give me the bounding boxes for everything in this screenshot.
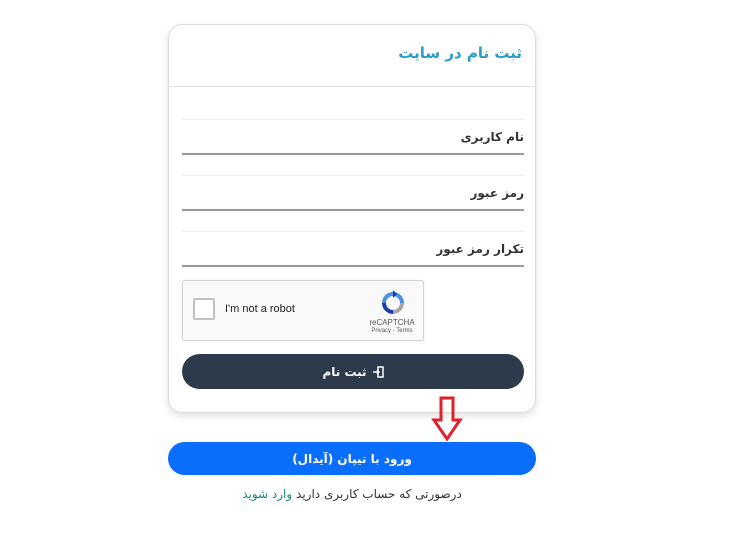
- register-card: ثبت نام در سایت I'm not a robot reCAPTCH…: [168, 24, 536, 413]
- recaptcha-label: I'm not a robot: [225, 303, 295, 315]
- recaptcha-checkbox[interactable]: [193, 298, 215, 320]
- password-input[interactable]: [182, 176, 524, 209]
- username-input[interactable]: [182, 120, 524, 153]
- confirm-password-input[interactable]: [182, 232, 524, 265]
- register-button[interactable]: ثبت نام: [182, 354, 524, 389]
- confirm-password-field: [182, 231, 524, 267]
- username-field: [182, 119, 524, 155]
- footer-note: درصورتی که حساب کاربری دارید وارد شوید: [168, 487, 536, 501]
- recaptcha-privacy-terms[interactable]: Privacy - Terms: [361, 328, 423, 334]
- login-link[interactable]: وارد شوید: [242, 487, 292, 501]
- down-arrow-icon: [431, 396, 463, 442]
- footer-text: درصورتی که حساب کاربری دارید: [296, 487, 462, 501]
- sign-in-icon: [372, 365, 384, 378]
- password-field: [182, 175, 524, 211]
- recaptcha-logo-icon: [382, 290, 404, 314]
- card-header: ثبت نام در سایت: [169, 25, 535, 87]
- page-title: ثبت نام در سایت: [398, 44, 522, 62]
- register-button-label: ثبت نام: [322, 364, 367, 379]
- recaptcha-widget: I'm not a robot reCAPTCHA Privacy - Term…: [182, 280, 424, 341]
- login-button-label: ورود با تیپان (آیدال): [292, 451, 412, 466]
- recaptcha-brand: reCAPTCHA: [369, 318, 415, 327]
- login-tipan-button[interactable]: ورود با تیپان (آیدال): [168, 442, 536, 475]
